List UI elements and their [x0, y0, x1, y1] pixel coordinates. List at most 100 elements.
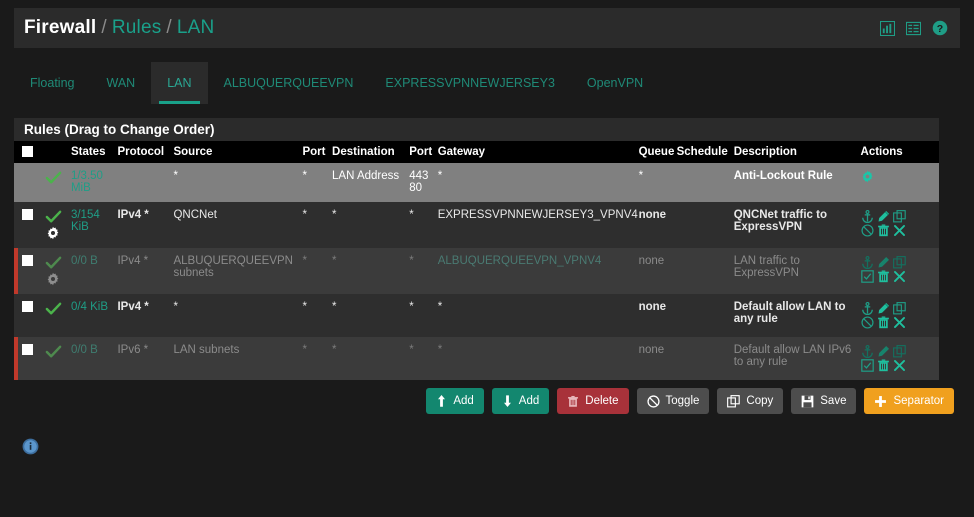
col-destination: Destination [330, 141, 408, 163]
add-up-label: Add [453, 395, 474, 407]
breadcrumb-link-lan[interactable]: LAN [177, 17, 215, 38]
trash-icon[interactable] [877, 359, 890, 372]
disable-ban-icon[interactable] [860, 316, 874, 329]
tab-expressvpnnewjersey3[interactable]: EXPRESSVPNNEWJERSEY3 [369, 62, 571, 104]
edit-pencil-icon[interactable] [877, 256, 890, 269]
row-gateway[interactable]: EXPRESSVPNNEWJERSEY3_VPNV4 [435, 202, 638, 248]
edit-pencil-icon[interactable] [877, 345, 890, 358]
select-all-header[interactable] [14, 141, 38, 163]
row-destination: * [330, 202, 408, 248]
list-icon[interactable] [906, 21, 921, 36]
save-button[interactable]: Save [791, 388, 857, 414]
copy-icon[interactable] [892, 256, 906, 269]
anchor-icon[interactable] [861, 210, 874, 223]
row-destination: * [330, 248, 408, 294]
copy-button[interactable]: Copy [717, 388, 784, 414]
row-destination: * [330, 337, 408, 380]
separator-button[interactable]: Separator [864, 388, 954, 414]
rules-table: States Protocol Source Port Destination … [14, 141, 939, 380]
tab-floating[interactable]: Floating [14, 62, 90, 104]
edit-pencil-icon[interactable] [877, 210, 890, 223]
row-source[interactable]: QNCNet [171, 202, 301, 248]
row-actions [858, 248, 939, 294]
tab-wan-label: WAN [106, 76, 136, 90]
close-x-icon[interactable] [893, 224, 906, 237]
toggle-button[interactable]: Toggle [636, 388, 710, 414]
row-states: 0/0 B [68, 337, 116, 380]
close-x-icon[interactable] [893, 359, 906, 372]
row-checkbox[interactable] [22, 209, 33, 221]
row-actions [858, 294, 939, 337]
tab-lan[interactable]: LAN [151, 62, 208, 104]
enable-checkbox-icon[interactable] [860, 270, 874, 283]
table-row[interactable]: 1/3.50 MiB * * LAN Address 443 80 * * An… [14, 163, 939, 202]
enable-checkbox-icon[interactable] [860, 359, 874, 372]
anchor-icon[interactable] [861, 302, 874, 315]
close-x-icon[interactable] [893, 270, 906, 283]
tab-expressvpnnewjersey3-label: EXPRESSVPNNEWJERSEY3 [385, 76, 555, 90]
trash-icon[interactable] [877, 270, 890, 283]
row-gateway: * [435, 337, 637, 380]
row-protocol [115, 163, 172, 202]
edit-pencil-icon[interactable] [877, 302, 890, 315]
col-states: States [68, 141, 116, 163]
row-checkbox[interactable] [22, 255, 33, 267]
tab-wan[interactable]: WAN [90, 62, 151, 104]
disable-ban-icon[interactable] [860, 224, 874, 237]
row-select-cell[interactable] [14, 337, 38, 380]
row-source: * [171, 294, 301, 337]
tab-openvpn[interactable]: OpenVPN [571, 62, 659, 104]
copy-icon[interactable] [892, 302, 906, 315]
add-down-button[interactable]: Add [491, 388, 550, 414]
table-row[interactable]: 3/154 KiB IPv4 * QNCNet * * * EXPRESSVPN… [14, 202, 939, 248]
trash-icon[interactable] [877, 224, 890, 237]
anchor-icon[interactable] [861, 345, 874, 358]
row-states: 0/0 B [68, 248, 116, 294]
table-row[interactable]: 0/4 KiB IPv4 * * * * * * none Default al… [14, 294, 939, 337]
add-down-label: Add [518, 395, 540, 407]
row-actions [858, 202, 939, 248]
row-gateway[interactable]: ALBUQUERQUEEVPN_VPNV4 [435, 248, 637, 294]
row-select-cell[interactable] [14, 202, 38, 248]
states-value: 1/3.50 MiB [70, 170, 103, 194]
row-port-source: * [300, 248, 331, 294]
chart-icon[interactable] [880, 20, 895, 36]
add-up-button[interactable]: Add [426, 388, 484, 414]
save-icon [801, 395, 814, 408]
row-queue: none [636, 337, 675, 380]
pass-check-icon [45, 302, 61, 315]
row-select-cell[interactable] [14, 294, 38, 337]
separator-label: Separator [893, 395, 944, 407]
copy-label: Copy [746, 395, 774, 407]
tab-albuquerqueevpn[interactable]: ALBUQUERQUEEVPN [208, 62, 370, 104]
copy-icon[interactable] [892, 210, 906, 223]
tab-lan-label: LAN [167, 76, 192, 90]
row-states: 0/4 KiB [68, 294, 116, 337]
row-checkbox[interactable] [22, 301, 33, 313]
gear-icon[interactable] [861, 170, 874, 183]
trash-icon [567, 395, 579, 408]
copy-icon[interactable] [892, 345, 906, 358]
row-status-cell [37, 337, 69, 380]
close-x-icon[interactable] [893, 316, 906, 329]
table-row[interactable]: 0/0 B IPv4 * ALBUQUERQUEEVPN subnets * *… [14, 248, 939, 294]
info-icon[interactable] [22, 438, 39, 460]
breadcrumb-separator-1: / [101, 17, 107, 38]
states-value: 3/154 KiB [70, 209, 100, 233]
help-icon[interactable]: ? [932, 20, 948, 36]
row-protocol: IPv4 * [115, 294, 172, 337]
trash-icon[interactable] [877, 316, 890, 329]
delete-button[interactable]: Delete [557, 388, 629, 414]
row-source: * [171, 163, 301, 202]
row-select-cell[interactable] [14, 248, 38, 294]
col-port-source: Port [300, 141, 331, 163]
select-all-checkbox[interactable] [22, 146, 33, 158]
row-states: 1/3.50 MiB [68, 163, 116, 202]
row-status-cell [37, 294, 69, 337]
table-row[interactable]: 0/0 B IPv6 * LAN subnets * * * * none De… [14, 337, 939, 380]
states-value: 0/0 B [70, 344, 98, 356]
anchor-icon[interactable] [861, 256, 874, 269]
breadcrumb-link-rules[interactable]: Rules [112, 17, 162, 38]
row-schedule [674, 202, 732, 248]
row-checkbox[interactable] [22, 344, 33, 356]
